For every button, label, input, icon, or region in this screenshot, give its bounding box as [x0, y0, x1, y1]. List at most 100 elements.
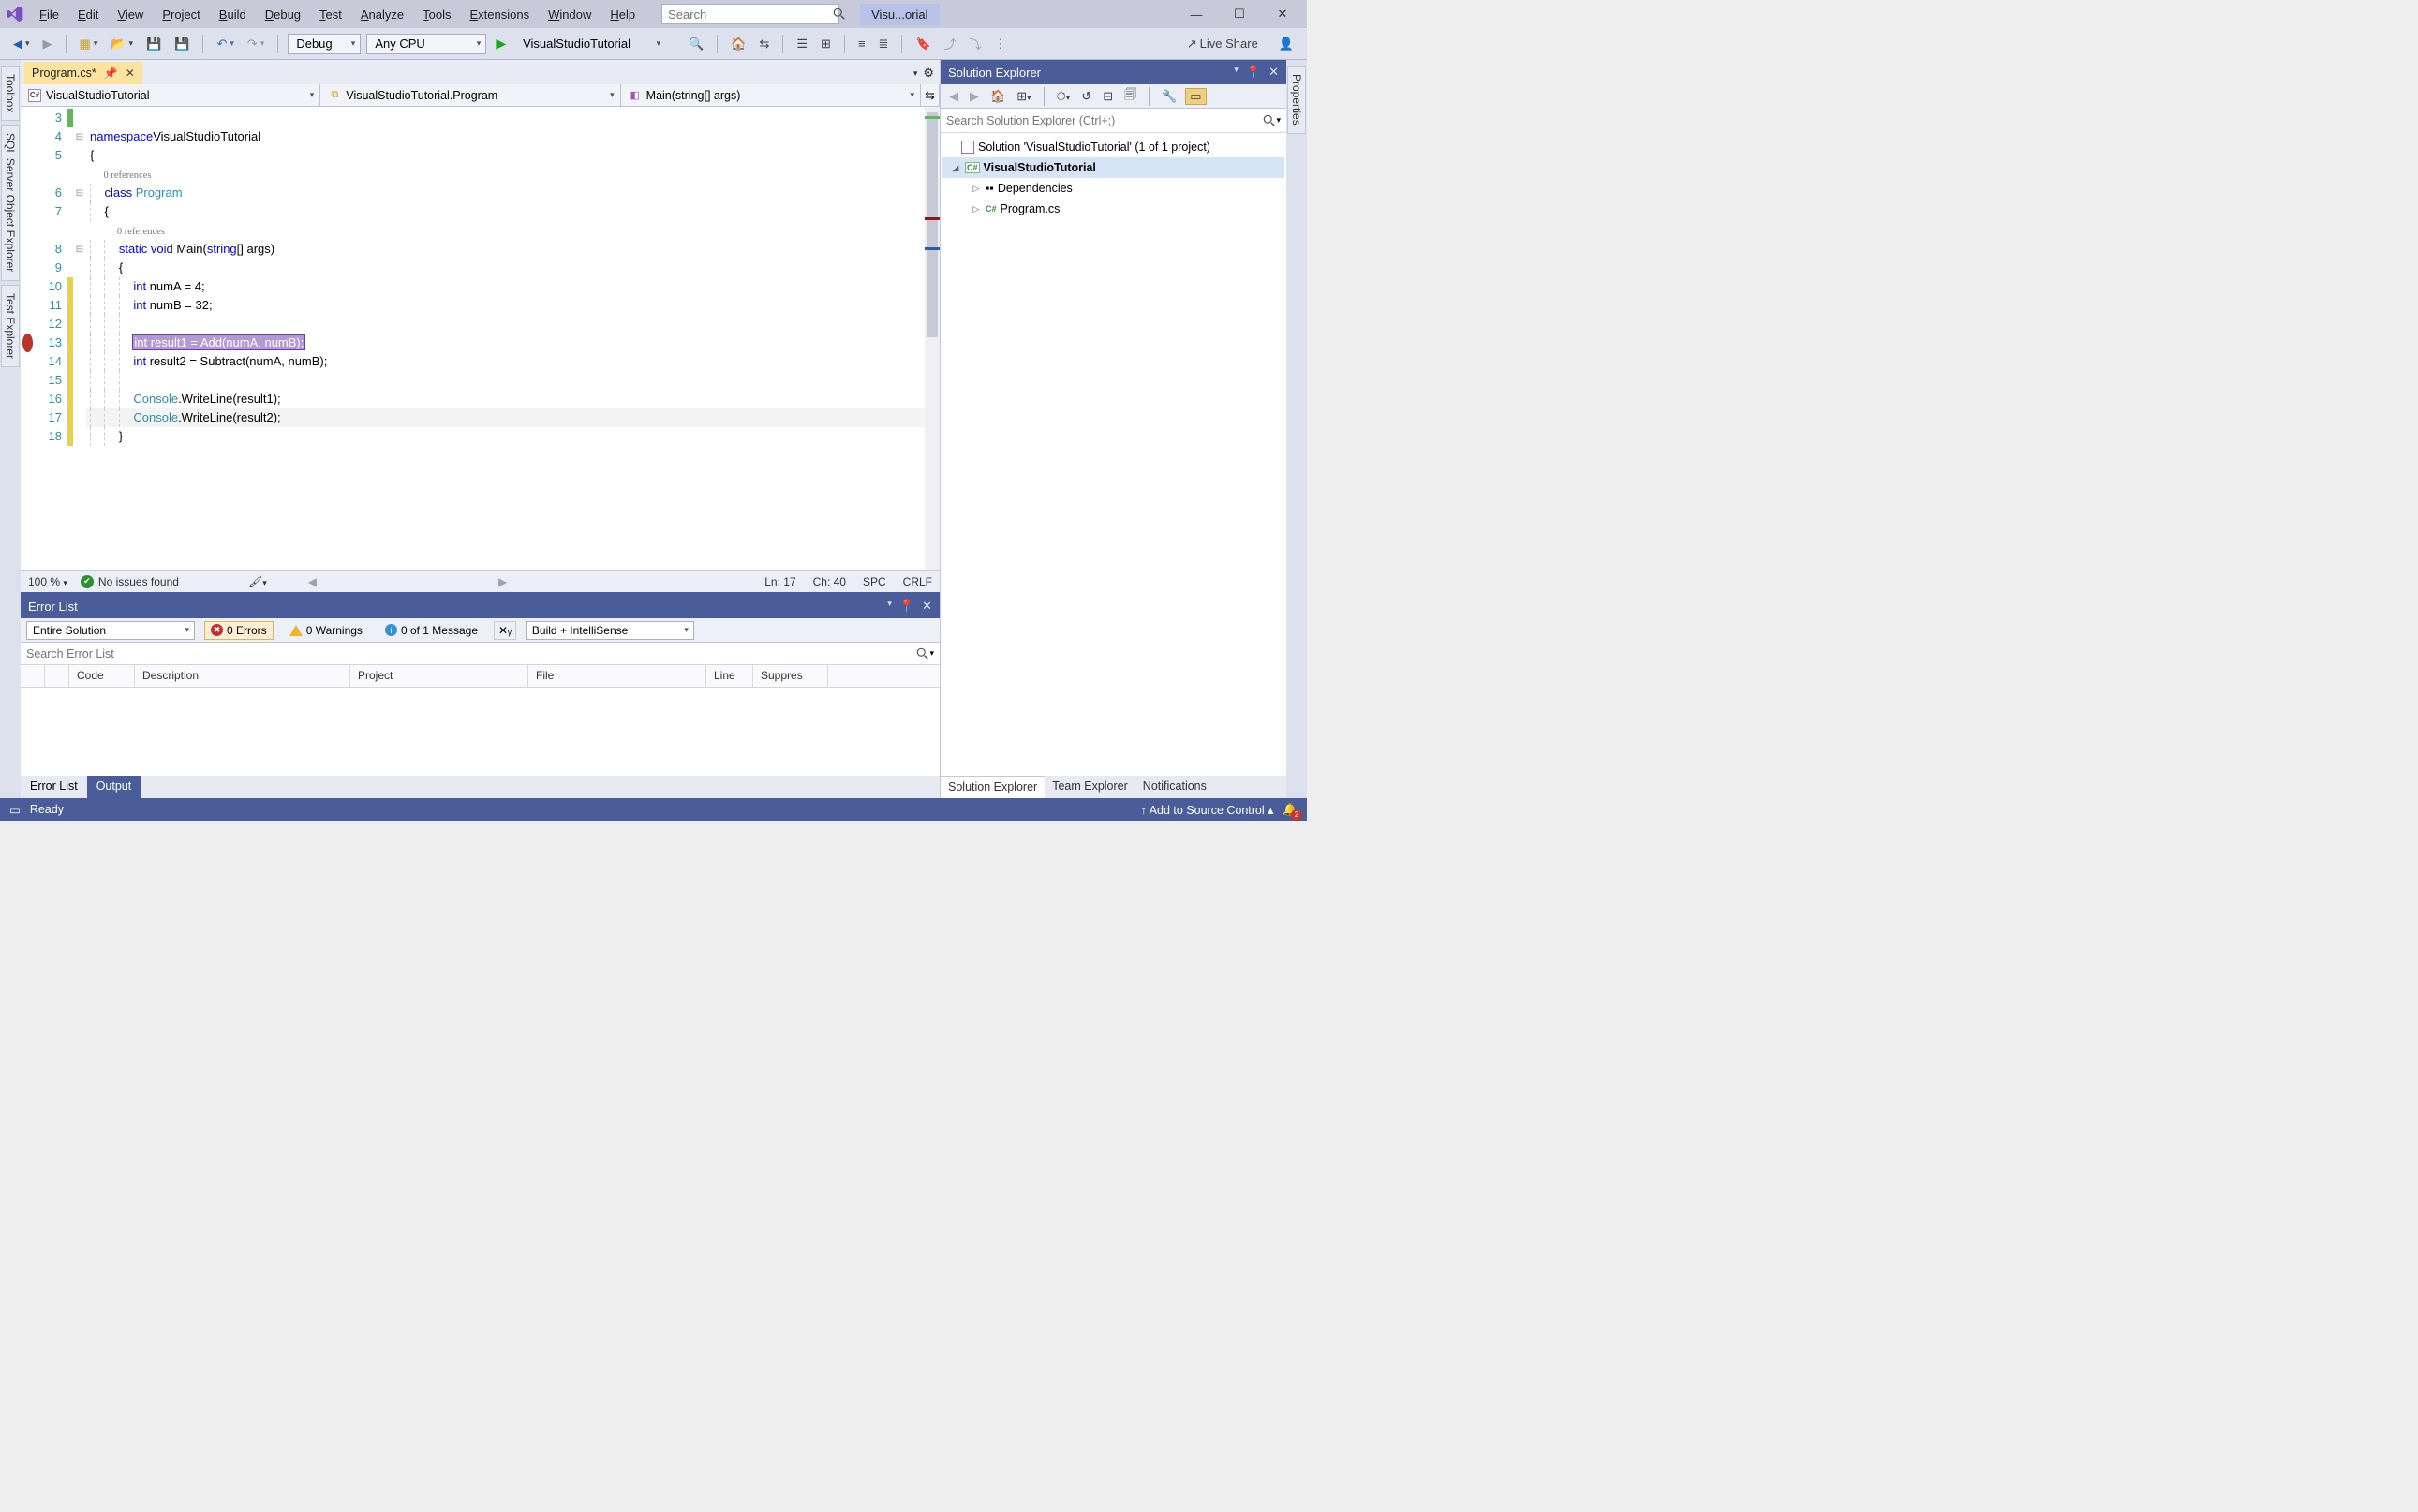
new-project-button[interactable]: ▦▾ [76, 34, 102, 54]
issues-indicator[interactable]: ✔No issues found [81, 575, 179, 588]
document-tab[interactable]: Program.cs* 📌 ✕ [24, 62, 142, 84]
dock-tab[interactable]: Team Explorer [1045, 776, 1135, 798]
solution-node[interactable]: Solution 'VisualStudioTutorial' (1 of 1 … [942, 137, 1284, 157]
uncomment-icon[interactable]: ≣ [875, 34, 893, 54]
tb-overflow-icon[interactable]: ⋮ [991, 34, 1011, 54]
line-ending[interactable]: CRLF [903, 575, 932, 588]
tb-btn3[interactable]: ⊞ [817, 34, 835, 54]
panel-close-icon[interactable]: ✕ [1268, 65, 1279, 80]
dependencies-node[interactable]: ▷ ▪▪ Dependencies [942, 178, 1284, 199]
rail-tab[interactable]: Test Explorer [1, 285, 20, 367]
forward-icon[interactable]: ▶ [967, 87, 982, 106]
menu-edit[interactable]: Edit [68, 3, 108, 26]
rail-tab[interactable]: Properties [1287, 66, 1306, 134]
properties-icon[interactable]: 🔧 [1159, 87, 1179, 106]
panel-pin-icon[interactable]: 📍 [899, 599, 914, 614]
clear-filter-button[interactable]: ✕ᵧ [494, 621, 516, 640]
open-button[interactable]: 📂▾ [107, 34, 137, 54]
column-header[interactable]: Code [69, 665, 135, 687]
quick-search[interactable] [661, 4, 839, 24]
vertical-scrollbar[interactable] [925, 107, 940, 570]
dock-tab[interactable]: Solution Explorer [941, 776, 1045, 798]
comment-out-icon[interactable]: ≡ [854, 34, 869, 53]
show-all-files-icon[interactable]: 🗐 [1121, 84, 1139, 109]
breakpoint-icon[interactable] [22, 334, 33, 352]
scope-combo[interactable]: Entire Solution [26, 621, 195, 640]
errors-filter-button[interactable]: ✖0 Errors [204, 621, 274, 640]
pin-tab-icon[interactable]: 📌 [104, 67, 118, 80]
zoom-combo[interactable]: 100 % ▾ [28, 575, 67, 588]
account-icon[interactable]: 👤 [1275, 34, 1298, 54]
panel-menu-icon[interactable]: ▾ [887, 599, 892, 614]
column-header[interactable]: Line [706, 665, 753, 687]
nav-next-icon[interactable]: ▶ [498, 575, 507, 588]
tb-btn[interactable]: ⇆ [755, 34, 773, 54]
menu-view[interactable]: View [108, 3, 153, 26]
messages-filter-button[interactable]: i0 of 1 Message [378, 621, 484, 640]
column-header[interactable]: Description [135, 665, 350, 687]
prev-bookmark-icon[interactable]: ⤴ [941, 32, 960, 55]
source-control-button[interactable]: ↑ Add to Source Control ▴ [1141, 803, 1274, 817]
dock-tab[interactable]: Notifications [1135, 776, 1214, 798]
expander-icon[interactable]: ◢ [950, 163, 961, 173]
menu-file[interactable]: File [30, 3, 68, 26]
file-node[interactable]: ▷ C# Program.cs [942, 199, 1284, 219]
nav-member-combo[interactable]: ◧Main(string[] args) [621, 84, 921, 106]
bookmark-icon[interactable]: 🔖 [912, 34, 934, 54]
platform-combo[interactable]: Any CPU [366, 34, 486, 54]
column-header[interactable]: Suppres [753, 665, 828, 687]
preview-icon[interactable]: ▭ [1185, 88, 1206, 105]
nav-forward-button[interactable]: ▶ [39, 34, 56, 54]
indent-mode[interactable]: SPC [863, 575, 886, 588]
tab-settings-icon[interactable]: ⚙ [923, 66, 934, 81]
cleanup-icon[interactable]: 🖌▾ [248, 575, 267, 588]
quick-search-input[interactable] [668, 7, 833, 22]
menu-extensions[interactable]: Extensions [460, 3, 539, 26]
find-in-files-icon[interactable]: 🔍 [685, 34, 707, 54]
menu-tools[interactable]: Tools [413, 3, 460, 26]
save-all-button[interactable]: 💾 [171, 34, 193, 54]
notifications-button[interactable]: 🔔2 [1283, 803, 1298, 817]
undo-button[interactable]: ↶▾ [213, 34, 237, 54]
dock-tab[interactable]: Error List [21, 776, 87, 798]
warnings-filter-button[interactable]: 0 Warnings [283, 621, 369, 640]
split-editor-icon[interactable]: ⇆ [921, 84, 940, 106]
dock-tab[interactable]: Output [87, 776, 141, 798]
back-icon[interactable]: ◀ [946, 87, 961, 106]
save-button[interactable]: 💾 [142, 34, 165, 54]
scrollbar-thumb[interactable] [927, 112, 938, 337]
rail-tab[interactable]: SQL Server Object Explorer [1, 125, 20, 280]
code-surface[interactable]: namespaceVisualStudioTutorial{ 0 referen… [86, 107, 925, 570]
menu-window[interactable]: Window [539, 3, 601, 26]
next-bookmark-icon[interactable]: ⤵ [966, 32, 986, 55]
error-list-search-input[interactable] [26, 647, 916, 660]
browser-link-icon[interactable]: 🏠 [727, 34, 749, 54]
expander-icon[interactable]: ▷ [971, 184, 982, 194]
menu-test[interactable]: Test [310, 3, 351, 26]
configuration-combo[interactable]: Debug [288, 34, 361, 54]
source-combo[interactable]: Build + IntelliSense [526, 621, 694, 640]
solution-tree[interactable]: Solution 'VisualStudioTutorial' (1 of 1 … [941, 133, 1286, 776]
error-list-search[interactable]: ▾ [21, 643, 940, 665]
column-header[interactable]: Project [350, 665, 528, 687]
panel-menu-icon[interactable]: ▾ [1234, 65, 1239, 80]
menu-project[interactable]: Project [153, 3, 209, 26]
nav-project-combo[interactable]: C#VisualStudioTutorial [21, 84, 320, 106]
column-header[interactable] [45, 665, 69, 687]
search-options-icon[interactable]: ▾ [1276, 115, 1281, 126]
error-list-header[interactable]: Error List ▾ 📍 ✕ [21, 594, 940, 618]
panel-pin-icon[interactable]: 📍 [1246, 65, 1261, 80]
minimize-button[interactable]: — [1183, 1, 1209, 27]
active-files-dropdown-icon[interactable]: ▾ [913, 68, 918, 79]
nav-class-combo[interactable]: ⧉VisualStudioTutorial.Program [320, 84, 620, 106]
home-icon[interactable]: 🏠 [987, 87, 1008, 106]
tb-btn2[interactable]: ☰ [793, 34, 811, 54]
collapse-all-icon[interactable]: ⊟ [1100, 87, 1116, 106]
menu-debug[interactable]: Debug [256, 3, 310, 26]
nav-back-button[interactable]: ◀▾ [9, 34, 34, 54]
redo-button[interactable]: ↷▾ [244, 34, 268, 54]
pending-changes-icon[interactable]: ⏱▾ [1054, 87, 1074, 106]
panel-close-icon[interactable]: ✕ [922, 599, 932, 614]
expander-icon[interactable]: ▷ [971, 204, 982, 215]
nav-prev-icon[interactable]: ◀ [308, 575, 317, 588]
